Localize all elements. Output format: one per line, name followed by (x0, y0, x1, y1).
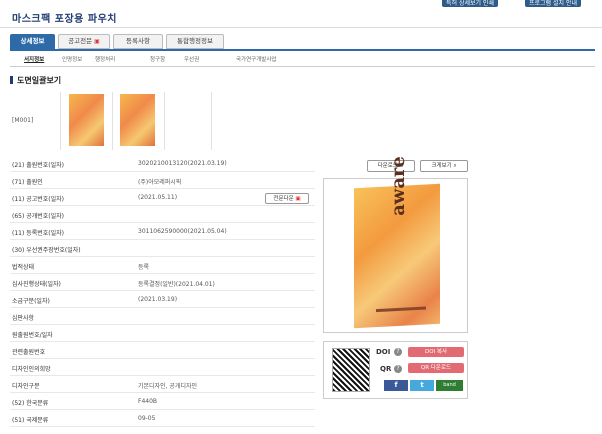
field-label: (65) 공개번호(일자) (12, 213, 65, 220)
field-label: (30) 우선권주장번호(일자) (12, 247, 81, 254)
field-label: (71) 출원인 (12, 179, 43, 186)
help-icon[interactable]: ? (394, 348, 402, 356)
field-value: 09-05 (138, 415, 156, 422)
pdf-icon: ▣ (295, 196, 301, 202)
field-value: F440B (138, 398, 158, 405)
info-row: (51) 국제분류 09-05 (10, 410, 315, 427)
doi-copy-button[interactable]: DOI 복사 (408, 347, 464, 357)
field-value: 등록 (138, 264, 150, 271)
field-label: 소급구분(일자) (12, 298, 50, 305)
field-label: 디자인인의희망 (12, 366, 51, 373)
subtab-priority[interactable]: 우선권 (184, 55, 199, 63)
field-label: 관련출원번호 (12, 349, 46, 356)
drawing-thumbnail-1[interactable] (69, 94, 104, 146)
field-value: (주)아모레퍼시픽 (138, 179, 182, 186)
drawing-thumbnail-2[interactable] (120, 94, 155, 146)
drawing-thumb-frame (164, 92, 212, 150)
zoom-button[interactable]: 크게보기 ⌕ (420, 160, 468, 172)
field-label: 디자인구분 (12, 383, 40, 390)
band-icon[interactable]: band (436, 380, 463, 391)
twitter-icon[interactable]: t (410, 380, 434, 391)
info-row: (21) 출원번호(일자) 3020210013120(2021.03.19) (10, 155, 315, 172)
qr-label: QR (380, 365, 392, 373)
full-text-download-button[interactable]: 전문다운 ▣ (265, 193, 309, 204)
search-icon: ⌕ (453, 163, 457, 169)
divider (0, 27, 602, 28)
field-value: 3011062590000(2021.05.04) (138, 228, 227, 235)
subtab-admin[interactable]: 행정처리 (95, 55, 115, 63)
tab-registration[interactable]: 등록사항 (113, 34, 163, 49)
field-label: (21) 출원번호(일자) (12, 162, 65, 169)
doi-qr-panel: DOI ? DOI 복사 QR ? QR 다운로드 f t band (323, 341, 468, 399)
info-row: 법적상태 등록 (10, 257, 315, 274)
field-value: (2021.03.19) (138, 296, 178, 303)
info-row: (30) 우선권주장번호(일자) (10, 240, 315, 257)
field-label: 심판사항 (12, 315, 35, 322)
subtab-persons[interactable]: 인명정보 (62, 55, 82, 63)
help-icon[interactable]: ? (394, 365, 402, 373)
tab-publication[interactable]: 공고전문 ▣ (58, 34, 110, 49)
subtab-divider (10, 66, 595, 67)
qr-download-button[interactable]: QR 다운로드 (408, 363, 464, 373)
info-row: 관련출원번호 (10, 342, 315, 359)
field-value: 등록결정(일반)(2021.04.01) (138, 281, 215, 288)
qr-code (332, 348, 370, 392)
field-label: (51) 국제분류 (12, 417, 49, 424)
info-row: 소급구분(일자) (2021.03.19) (10, 291, 315, 308)
info-row: 심사진행상태(일자) 등록결정(일반)(2021.04.01) (10, 274, 315, 291)
info-row: (11) 등록번호(일자) 3011062590000(2021.05.04) (10, 223, 315, 240)
page-title: 마스크팩 포장용 파우치 (12, 14, 117, 25)
section-marker (10, 76, 13, 84)
field-value: (2021.05.11) (138, 194, 178, 201)
tab-detail[interactable]: 상세정보 (10, 34, 55, 49)
info-row: 디자인구분 기본디자인, 공개디자인 (10, 376, 315, 393)
info-row: (65) 공개번호(일자) (10, 206, 315, 223)
tab-admin-info[interactable]: 통합행정정보 (166, 34, 224, 49)
subtab-rnd[interactable]: 국가연구개발사업 (236, 55, 276, 63)
drawing-label: [M001] (12, 117, 34, 124)
field-value: 3020210013120(2021.03.19) (138, 160, 227, 167)
print-button[interactable]: 특허 상세보기 인쇄 (442, 0, 498, 7)
subtab-bibliographic[interactable]: 서지정보 (24, 55, 44, 63)
info-row: (52) 한국분류 F440B (10, 393, 315, 410)
doi-label: DOI (376, 348, 391, 356)
install-guide-button[interactable]: 프로그램 설치 안내 (525, 0, 581, 7)
tab-underline (10, 49, 595, 51)
field-label: (11) 등록번호(일자) (12, 230, 65, 237)
field-label: 법적상태 (12, 264, 35, 271)
field-value: 기본디자인, 공개디자인 (138, 383, 198, 390)
info-row: 심판사항 (10, 308, 315, 325)
section-title: 도면일괄보기 (17, 76, 62, 85)
product-text: aware (388, 155, 409, 217)
info-row: (71) 출원인 (주)아모레퍼시픽 (10, 172, 315, 189)
facebook-icon[interactable]: f (384, 380, 408, 391)
field-label: 원출원번호/일자 (12, 332, 53, 339)
pdf-icon: ▣ (94, 38, 100, 45)
field-label: (52) 한국분류 (12, 400, 49, 407)
drawing-preview[interactable]: aware (323, 156, 468, 333)
field-label: (11) 공고번호(일자) (12, 196, 65, 203)
pouch-detail (376, 306, 426, 313)
field-label: 심사진행상태(일자) (12, 281, 61, 288)
info-row: 디자인인의희망 (10, 359, 315, 376)
pouch-image: aware (354, 156, 440, 329)
subtab-claims[interactable]: 청구항 (150, 55, 165, 63)
info-row: 원출원번호/일자 (10, 325, 315, 342)
